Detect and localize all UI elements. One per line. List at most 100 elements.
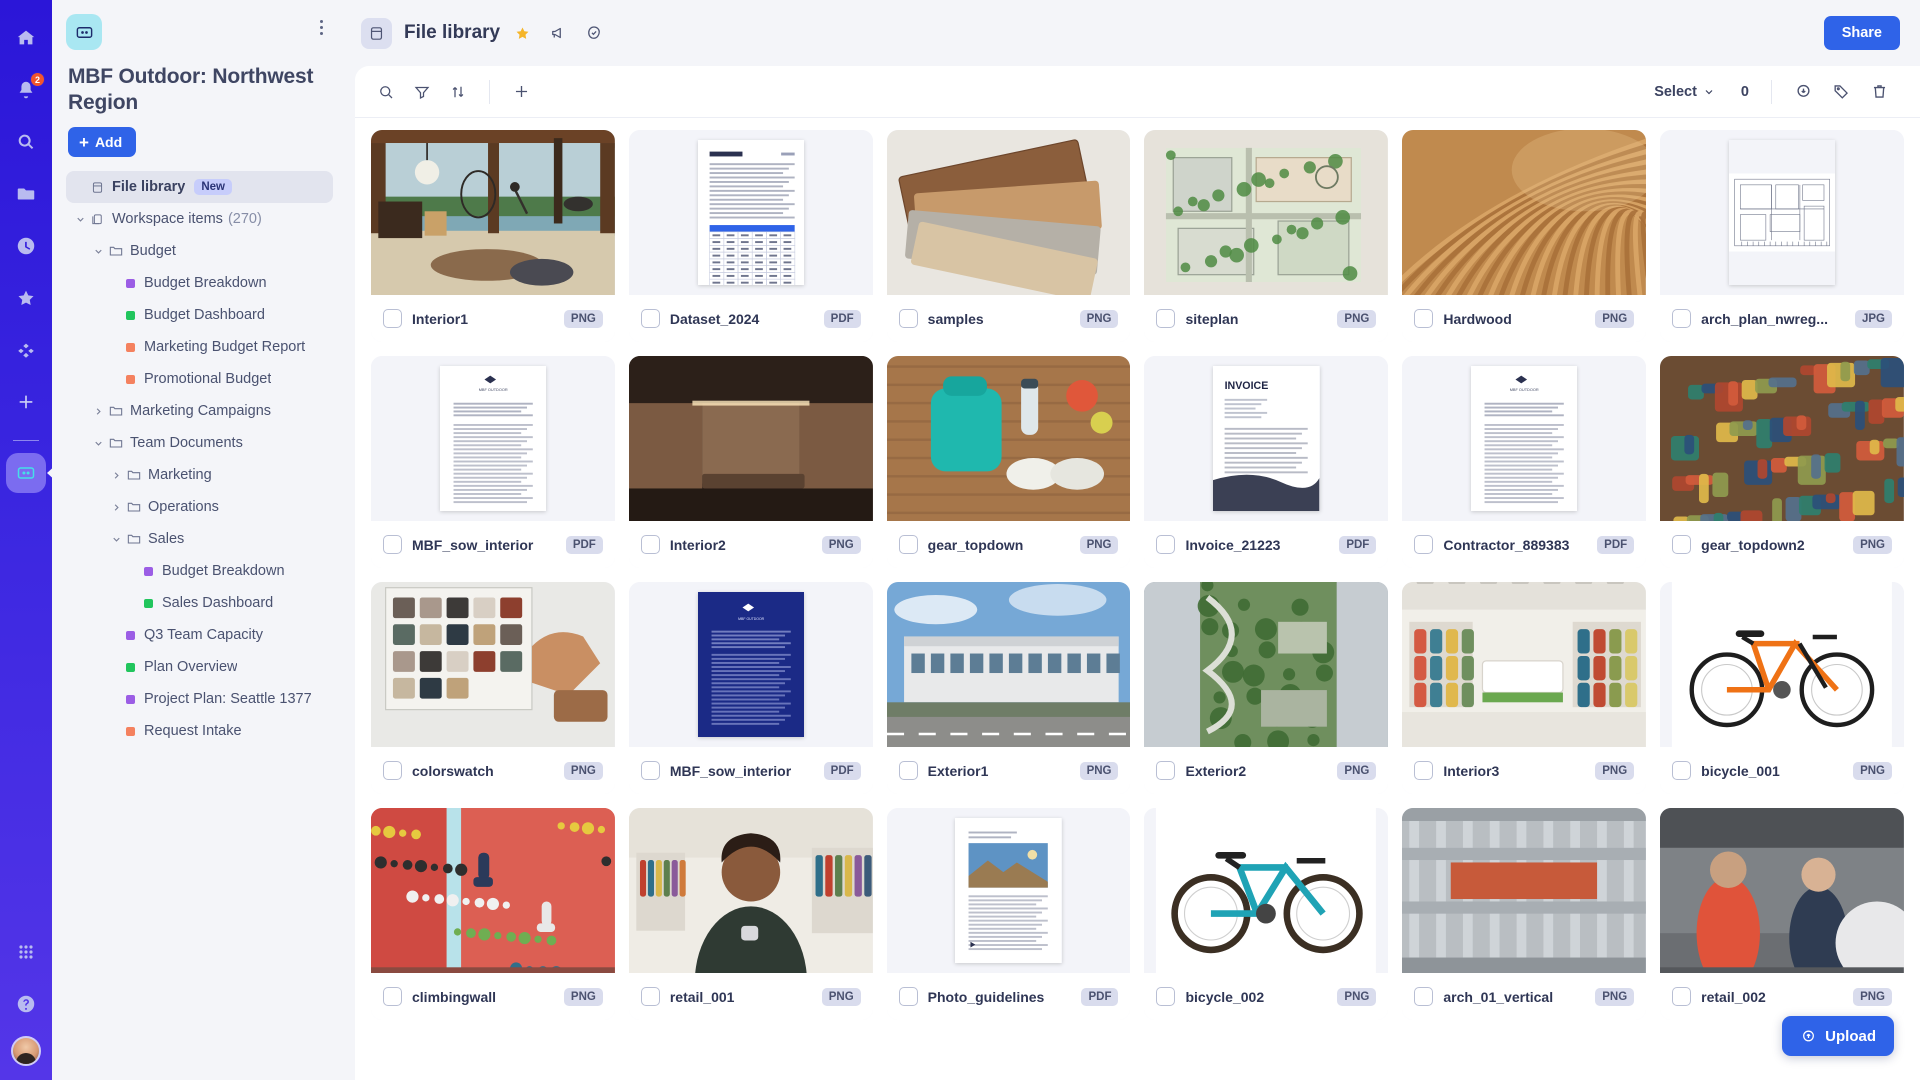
filter-icon[interactable] bbox=[405, 75, 439, 109]
file-select-checkbox[interactable] bbox=[1672, 761, 1692, 780]
tab-library-icon[interactable] bbox=[361, 17, 392, 49]
tree-item-budget-breakdown[interactable]: Budget Breakdown bbox=[66, 267, 333, 299]
file-select-checkbox[interactable] bbox=[383, 761, 402, 780]
file-card[interactable]: climbingwall PNG bbox=[371, 808, 615, 1020]
kebab-menu-icon[interactable] bbox=[310, 14, 333, 41]
file-card[interactable]: arch_01_vertical PNG bbox=[1402, 808, 1647, 1020]
file-select-checkbox[interactable] bbox=[383, 309, 402, 328]
check-cloud-icon[interactable] bbox=[581, 20, 607, 46]
file-select-checkbox[interactable] bbox=[640, 535, 660, 554]
file-select-checkbox[interactable] bbox=[1672, 535, 1692, 554]
file-card[interactable]: gear_topdown2 PNG bbox=[1660, 356, 1904, 568]
file-card[interactable]: INVOICE Invoice_21223 PDF bbox=[1144, 356, 1389, 568]
file-select-checkbox[interactable] bbox=[383, 535, 402, 554]
file-select-checkbox[interactable] bbox=[1672, 309, 1692, 328]
tree-item-operations[interactable]: Operations bbox=[66, 491, 333, 523]
sort-icon[interactable] bbox=[441, 75, 475, 109]
tree-item-budget[interactable]: Budget bbox=[66, 235, 333, 267]
tree-chevron-icon[interactable] bbox=[88, 246, 108, 257]
file-select-checkbox[interactable] bbox=[1156, 535, 1176, 554]
file-card[interactable]: bicycle_001 PNG bbox=[1660, 582, 1904, 794]
file-card[interactable]: Photo_guidelines PDF bbox=[886, 808, 1131, 1020]
file-select-checkbox[interactable] bbox=[640, 987, 660, 1006]
rail-add-plus-icon[interactable] bbox=[6, 382, 46, 422]
tree-item-team-documents[interactable]: Team Documents bbox=[66, 427, 333, 459]
file-card[interactable]: Interior3 PNG bbox=[1402, 582, 1647, 794]
file-card[interactable]: retail_001 PNG bbox=[628, 808, 873, 1020]
tree-item-plan-overview[interactable]: Plan Overview bbox=[66, 651, 333, 683]
file-card[interactable]: arch_plan_nwreg... JPG bbox=[1660, 130, 1904, 342]
file-select-checkbox[interactable] bbox=[1672, 987, 1692, 1006]
cloud-download-icon[interactable] bbox=[1786, 75, 1820, 109]
file-select-checkbox[interactable] bbox=[898, 535, 918, 554]
rail-home-icon[interactable] bbox=[6, 18, 46, 58]
file-select-checkbox[interactable] bbox=[1156, 987, 1176, 1006]
tree-item-file-library[interactable]: File library New bbox=[66, 171, 333, 204]
tree-chevron-icon[interactable] bbox=[88, 406, 108, 417]
tree-chevron-icon[interactable] bbox=[70, 214, 90, 225]
tree-item-promotional-budget[interactable]: Promotional Budget bbox=[66, 363, 333, 395]
file-card[interactable]: bicycle_002 PNG bbox=[1144, 808, 1389, 1020]
rail-user-avatar[interactable] bbox=[11, 1036, 41, 1066]
file-grid-scroll[interactable]: Interior1 PNG Dataset_2024 PDF samples PNG … bbox=[355, 118, 1920, 1080]
rail-notifications-bell-icon[interactable]: 2 bbox=[6, 70, 46, 110]
tree-item-marketing-budget-report[interactable]: Marketing Budget Report bbox=[66, 331, 333, 363]
tree-item-project-plan-seattle-1377[interactable]: Project Plan: Seattle 1377 bbox=[66, 683, 333, 715]
file-select-checkbox[interactable] bbox=[1414, 987, 1434, 1006]
rail-apps-diamond-icon[interactable] bbox=[6, 330, 46, 370]
file-select-checkbox[interactable] bbox=[898, 987, 918, 1006]
upload-button[interactable]: Upload bbox=[1782, 1016, 1894, 1056]
tree-chevron-icon[interactable] bbox=[106, 502, 126, 513]
megaphone-icon[interactable] bbox=[545, 20, 571, 46]
file-card[interactable]: colorswatch PNG bbox=[371, 582, 615, 794]
file-card[interactable]: retail_002 PNG bbox=[1660, 808, 1904, 1020]
file-select-checkbox[interactable] bbox=[640, 761, 660, 780]
rail-help-question-icon[interactable] bbox=[6, 984, 46, 1024]
tree-item-workspace-items[interactable]: Workspace items (270) bbox=[66, 203, 333, 235]
tree-item-marketing[interactable]: Marketing bbox=[66, 459, 333, 491]
rail-folder-icon[interactable] bbox=[6, 174, 46, 214]
file-card[interactable]: samples PNG bbox=[886, 130, 1131, 342]
search-icon[interactable] bbox=[369, 75, 403, 109]
tree-item-q3-team-capacity[interactable]: Q3 Team Capacity bbox=[66, 619, 333, 651]
file-card[interactable]: siteplan PNG bbox=[1144, 130, 1389, 342]
file-select-checkbox[interactable] bbox=[383, 987, 402, 1006]
tree-item-sales-dashboard[interactable]: Sales Dashboard bbox=[66, 587, 333, 619]
tree-item-budget-breakdown[interactable]: Budget Breakdown bbox=[66, 555, 333, 587]
file-select-checkbox[interactable] bbox=[898, 309, 918, 328]
file-select-checkbox[interactable] bbox=[1414, 535, 1434, 554]
tree-chevron-icon[interactable] bbox=[106, 470, 126, 481]
file-card[interactable]: MBF OUTDOOR MBF_sow_interior PDF bbox=[371, 356, 615, 568]
rail-workspace-icon[interactable] bbox=[6, 453, 46, 493]
add-file-icon[interactable] bbox=[504, 75, 538, 109]
rail-app-switcher-grid-icon[interactable] bbox=[6, 932, 46, 972]
rail-favorites-star-icon[interactable] bbox=[6, 278, 46, 318]
file-card[interactable]: MBF OUTDOOR MBF_sow_interior PDF bbox=[628, 582, 873, 794]
file-card[interactable]: MBF OUTDOOR Contractor_889383 PDF bbox=[1402, 356, 1647, 568]
select-dropdown[interactable]: Select bbox=[1646, 79, 1723, 105]
tree-item-budget-dashboard[interactable]: Budget Dashboard bbox=[66, 299, 333, 331]
tree-item-marketing-campaigns[interactable]: Marketing Campaigns bbox=[66, 395, 333, 427]
tree-item-sales[interactable]: Sales bbox=[66, 523, 333, 555]
star-filled-icon[interactable] bbox=[510, 21, 535, 46]
share-button[interactable]: Share bbox=[1823, 16, 1900, 50]
file-select-checkbox[interactable] bbox=[640, 309, 660, 328]
rail-recent-clock-icon[interactable] bbox=[6, 226, 46, 266]
file-card[interactable]: Exterior1 PNG bbox=[886, 582, 1131, 794]
tree-item-request-intake[interactable]: Request Intake bbox=[66, 715, 333, 747]
tree-chevron-icon[interactable] bbox=[106, 534, 126, 545]
workspace-logo-icon[interactable] bbox=[66, 14, 102, 50]
file-card[interactable]: Interior2 PNG bbox=[628, 356, 873, 568]
rail-search-icon[interactable] bbox=[6, 122, 46, 162]
file-select-checkbox[interactable] bbox=[1414, 309, 1434, 328]
trash-icon[interactable] bbox=[1862, 75, 1896, 109]
add-button[interactable]: + Add bbox=[68, 127, 137, 158]
file-card[interactable]: Exterior2 PNG bbox=[1144, 582, 1389, 794]
tree-chevron-icon[interactable] bbox=[88, 438, 108, 449]
file-card[interactable]: Hardwood PNG bbox=[1402, 130, 1647, 342]
file-select-checkbox[interactable] bbox=[898, 761, 918, 780]
file-select-checkbox[interactable] bbox=[1156, 761, 1176, 780]
file-select-checkbox[interactable] bbox=[1414, 761, 1434, 780]
file-card[interactable]: Interior1 PNG bbox=[371, 130, 615, 342]
tag-icon[interactable] bbox=[1824, 75, 1858, 109]
